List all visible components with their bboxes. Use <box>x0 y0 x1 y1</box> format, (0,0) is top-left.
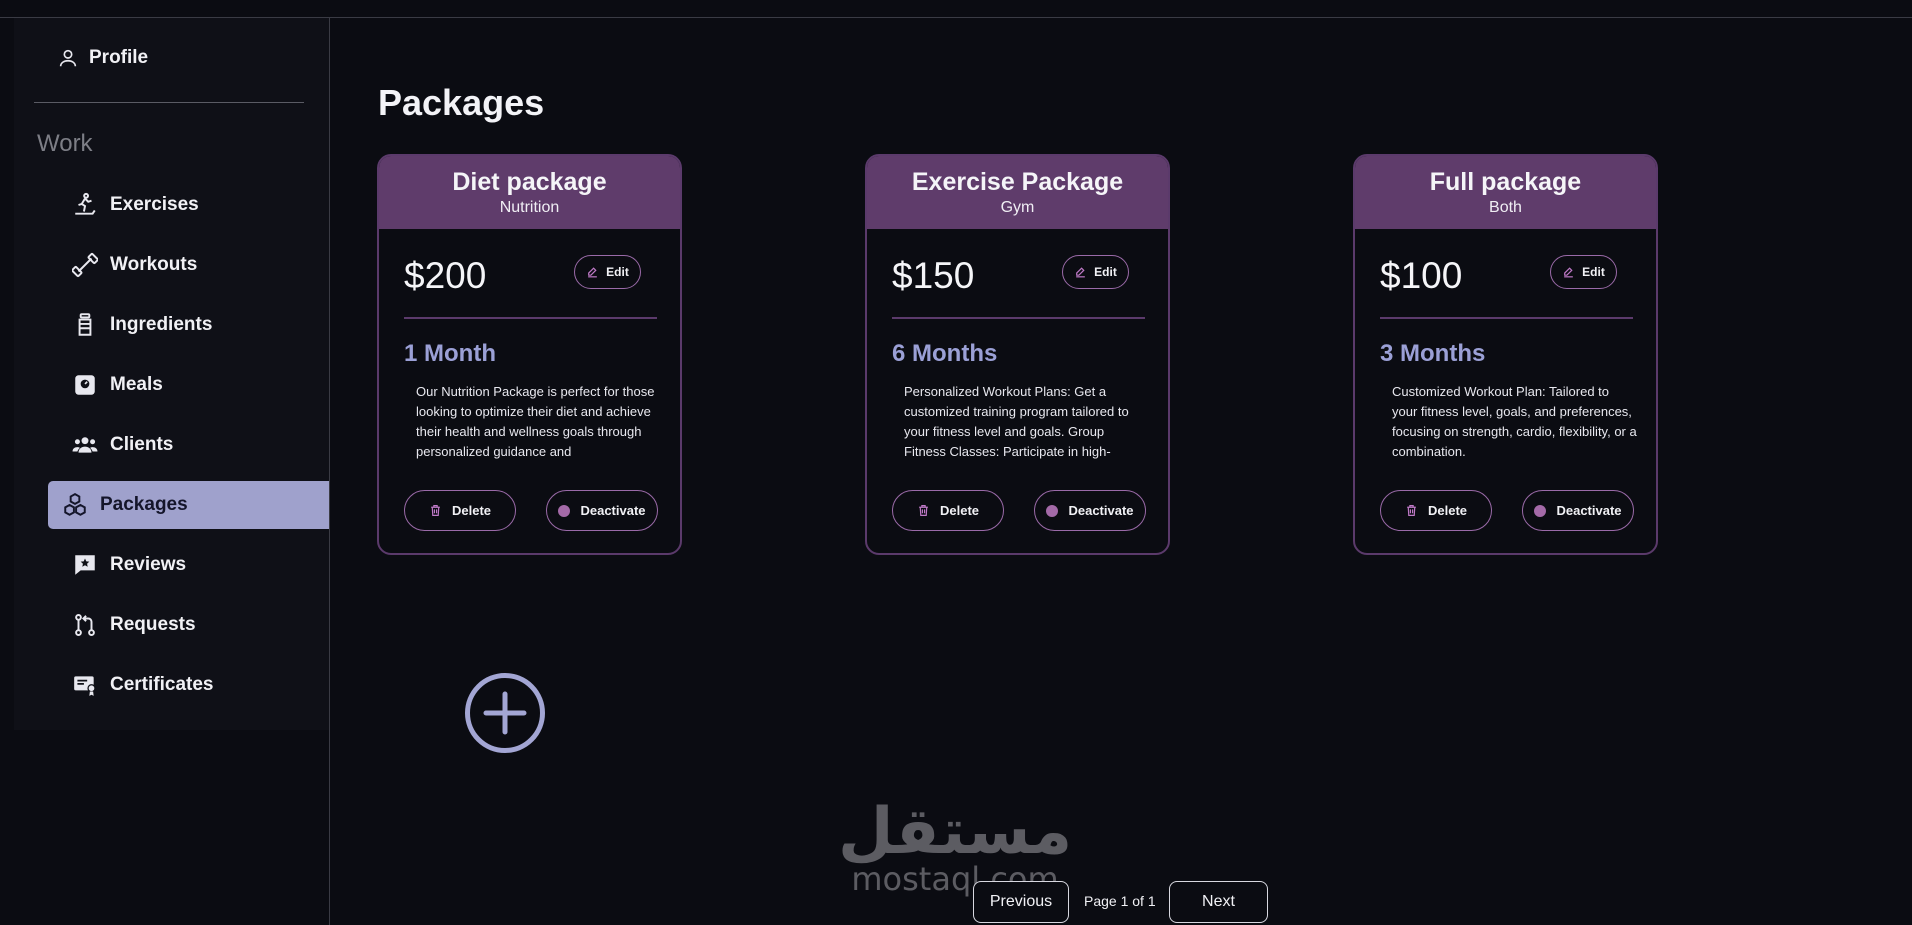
sidebar-item-workouts[interactable]: Workouts <box>48 241 329 289</box>
scale-icon <box>75 375 95 395</box>
status-dot-icon <box>1046 504 1059 517</box>
card-divider <box>892 317 1145 319</box>
package-title: Full package <box>1429 168 1582 196</box>
deactivate-button[interactable]: Deactivate <box>1522 490 1634 531</box>
delete-button[interactable]: Delete <box>404 490 516 531</box>
sidebar-item-certificates[interactable]: Certificates <box>48 661 329 709</box>
sidebar-item-label: Exercises <box>110 194 199 215</box>
sidebar-item-ingredients[interactable]: Ingredients <box>48 301 329 349</box>
page-indicator: Page 1 of 1 <box>1084 893 1156 909</box>
delete-label: Delete <box>1427 503 1468 518</box>
status-dot-icon <box>558 504 571 517</box>
edit-label: Edit <box>1094 265 1117 279</box>
page-title: Packages <box>378 82 545 123</box>
sidebar-item-requests[interactable]: Requests <box>48 601 329 649</box>
package-category: Both <box>1489 199 1522 216</box>
card-header: Exercise Package Gym <box>867 156 1168 229</box>
sidebar-item-label: Packages <box>100 494 188 515</box>
edit-label: Edit <box>606 265 629 279</box>
delete-label: Delete <box>451 503 492 518</box>
package-category: Gym <box>1000 199 1035 216</box>
package-title: Diet package <box>452 168 607 196</box>
trash-icon <box>431 505 440 516</box>
trash-icon <box>1407 505 1416 516</box>
card-header: Diet package Nutrition <box>379 156 680 229</box>
delete-button[interactable]: Delete <box>1380 490 1492 531</box>
deactivate-button[interactable]: Deactivate <box>546 490 658 531</box>
treadmill-icon <box>75 192 96 215</box>
users-icon <box>72 437 98 453</box>
package-duration: 1 Month <box>404 340 496 367</box>
profile-label: Profile <box>89 47 149 68</box>
sidebar-item-label: Meals <box>110 374 163 395</box>
plus-circle-icon[interactable] <box>464 672 546 754</box>
card-divider <box>1380 317 1633 319</box>
sidebar-item-label: Ingredients <box>110 314 213 335</box>
user-icon <box>59 49 77 67</box>
pull-request-icon <box>75 614 95 636</box>
deactivate-label: Deactivate <box>1068 503 1134 518</box>
edit-icon <box>588 266 597 277</box>
bottle-icon <box>78 313 92 336</box>
watermark: مستقل mostaql.com <box>838 795 1073 895</box>
package-description: Personalized Workout Plans: Get a custom… <box>904 384 1129 459</box>
package-category: Nutrition <box>499 199 560 216</box>
boxes-icon <box>64 493 86 516</box>
sidebar-divider <box>329 18 330 925</box>
sidebar-item-label: Certificates <box>110 674 214 695</box>
package-price: $100 <box>1380 255 1463 296</box>
edit-label: Edit <box>1582 265 1605 279</box>
sidebar-item-label: Requests <box>110 614 196 635</box>
edit-button[interactable]: Edit <box>1550 255 1617 289</box>
deactivate-button[interactable]: Deactivate <box>1034 490 1146 531</box>
package-title: Exercise Package <box>911 168 1124 196</box>
package-card: Exercise Package Gym $150 Edit 6 Months … <box>865 154 1170 555</box>
review-icon <box>75 555 95 575</box>
edit-button[interactable]: Edit <box>1062 255 1129 289</box>
sidebar-item-reviews[interactable]: Reviews <box>48 541 329 589</box>
delete-label: Delete <box>939 503 980 518</box>
delete-button[interactable]: Delete <box>892 490 1004 531</box>
package-card: Diet package Nutrition $200 Edit 1 Month… <box>377 154 682 555</box>
certificate-icon <box>74 676 96 696</box>
edit-icon <box>1076 266 1085 277</box>
previous-button[interactable]: Previous <box>973 881 1069 923</box>
edit-button[interactable]: Edit <box>574 255 641 289</box>
trash-icon <box>919 505 928 516</box>
edit-icon <box>1564 266 1573 277</box>
sidebar-item-label: Workouts <box>110 254 198 275</box>
sidebar-item-meals[interactable]: Meals <box>48 361 329 409</box>
dumbbell-icon <box>72 252 98 278</box>
sidebar-item-packages[interactable]: Packages <box>48 481 329 529</box>
package-duration: 3 Months <box>1380 340 1486 367</box>
status-dot-icon <box>1534 504 1547 517</box>
package-description: Customized Workout Plan: Tailored to you… <box>1392 384 1637 459</box>
package-price: $150 <box>892 255 975 296</box>
work-section-heading: Work <box>37 130 93 157</box>
card-header: Full package Both <box>1355 156 1656 229</box>
deactivate-label: Deactivate <box>580 503 646 518</box>
profile-divider <box>34 102 304 103</box>
next-button[interactable]: Next <box>1169 881 1268 923</box>
card-divider <box>404 317 657 319</box>
deactivate-label: Deactivate <box>1556 503 1622 518</box>
package-card: Full package Both $100 Edit 3 Months Cus… <box>1353 154 1658 555</box>
sidebar-item-clients[interactable]: Clients <box>48 421 329 469</box>
sidebar-item-label: Reviews <box>110 554 187 575</box>
package-description: Our Nutrition Package is perfect for tho… <box>416 384 655 459</box>
sidebar-item-exercises[interactable]: Exercises <box>48 181 329 229</box>
watermark-arabic: مستقل <box>838 795 1073 869</box>
profile-link[interactable]: Profile <box>57 47 148 69</box>
package-duration: 6 Months <box>892 340 998 367</box>
package-price: $200 <box>404 255 487 296</box>
sidebar-item-label: Clients <box>110 434 174 455</box>
